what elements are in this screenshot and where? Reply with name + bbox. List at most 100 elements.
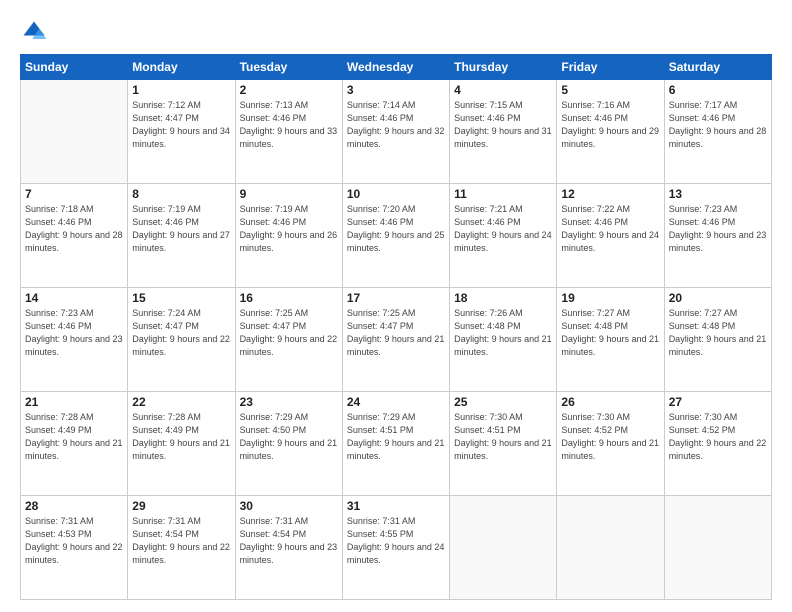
- day-number: 4: [454, 83, 552, 97]
- cell-info: Sunrise: 7:26 AMSunset: 4:48 PMDaylight:…: [454, 307, 552, 359]
- day-number: 6: [669, 83, 767, 97]
- cell-info: Sunrise: 7:22 AMSunset: 4:46 PMDaylight:…: [561, 203, 659, 255]
- calendar-header-row: SundayMondayTuesdayWednesdayThursdayFrid…: [21, 55, 772, 80]
- calendar-cell: 8 Sunrise: 7:19 AMSunset: 4:46 PMDaylight…: [128, 184, 235, 288]
- cell-info: Sunrise: 7:13 AMSunset: 4:46 PMDaylight:…: [240, 99, 338, 151]
- day-number: 19: [561, 291, 659, 305]
- calendar-cell: 9 Sunrise: 7:19 AMSunset: 4:46 PMDaylight…: [235, 184, 342, 288]
- day-number: 27: [669, 395, 767, 409]
- cell-info: Sunrise: 7:28 AMSunset: 4:49 PMDaylight:…: [132, 411, 230, 463]
- day-number: 24: [347, 395, 445, 409]
- day-number: 8: [132, 187, 230, 201]
- calendar-week-row: 7 Sunrise: 7:18 AMSunset: 4:46 PMDaylight…: [21, 184, 772, 288]
- day-number: 30: [240, 499, 338, 513]
- cell-info: Sunrise: 7:17 AMSunset: 4:46 PMDaylight:…: [669, 99, 767, 151]
- day-number: 16: [240, 291, 338, 305]
- day-number: 2: [240, 83, 338, 97]
- calendar-cell: 10Sunrise: 7:20 AMSunset: 4:46 PMDayligh…: [342, 184, 449, 288]
- calendar-cell: 23 Sunrise: 7:29 AMSunset: 4:50 PMDayligh…: [235, 392, 342, 496]
- calendar-cell: 30 Sunrise: 7:31 AMSunset: 4:54 PMDayligh…: [235, 496, 342, 600]
- day-number: 21: [25, 395, 123, 409]
- calendar-cell: 6 Sunrise: 7:17 AMSunset: 4:46 PMDaylight…: [664, 80, 771, 184]
- day-number: 9: [240, 187, 338, 201]
- day-number: 23: [240, 395, 338, 409]
- page: SundayMondayTuesdayWednesdayThursdayFrid…: [0, 0, 792, 612]
- calendar-cell: 13 Sunrise: 7:23 AMSunset: 4:46 PMDayligh…: [664, 184, 771, 288]
- col-header-saturday: Saturday: [664, 55, 771, 80]
- calendar-cell: 12 Sunrise: 7:22 AMSunset: 4:46 PMDayligh…: [557, 184, 664, 288]
- cell-info: Sunrise: 7:29 AMSunset: 4:51 PMDaylight:…: [347, 411, 445, 463]
- cell-info: Sunrise: 7:27 AMSunset: 4:48 PMDaylight:…: [669, 307, 767, 359]
- calendar-week-row: 21 Sunrise: 7:28 AMSunset: 4:49 PMDayligh…: [21, 392, 772, 496]
- calendar-cell: [664, 496, 771, 600]
- cell-info: Sunrise: 7:18 AMSunset: 4:46 PMDaylight:…: [25, 203, 123, 255]
- day-number: 15: [132, 291, 230, 305]
- cell-info: Sunrise: 7:30 AMSunset: 4:51 PMDaylight:…: [454, 411, 552, 463]
- day-number: 12: [561, 187, 659, 201]
- calendar-cell: 19Sunrise: 7:27 AMSunset: 4:48 PMDayligh…: [557, 288, 664, 392]
- cell-info: Sunrise: 7:12 AMSunset: 4:47 PMDaylight:…: [132, 99, 230, 151]
- calendar-cell: 24 Sunrise: 7:29 AMSunset: 4:51 PMDayligh…: [342, 392, 449, 496]
- cell-info: Sunrise: 7:23 AMSunset: 4:46 PMDaylight:…: [669, 203, 767, 255]
- calendar-week-row: 14Sunrise: 7:23 AMSunset: 4:46 PMDayligh…: [21, 288, 772, 392]
- calendar-cell: [557, 496, 664, 600]
- day-number: 28: [25, 499, 123, 513]
- col-header-wednesday: Wednesday: [342, 55, 449, 80]
- calendar-cell: [21, 80, 128, 184]
- calendar-cell: 21Sunrise: 7:28 AMSunset: 4:49 PMDayligh…: [21, 392, 128, 496]
- calendar-cell: 11 Sunrise: 7:21 AMSunset: 4:46 PMDayligh…: [450, 184, 557, 288]
- col-header-tuesday: Tuesday: [235, 55, 342, 80]
- day-number: 22: [132, 395, 230, 409]
- calendar-cell: 15Sunrise: 7:24 AMSunset: 4:47 PMDayligh…: [128, 288, 235, 392]
- day-number: 1: [132, 83, 230, 97]
- logo: [20, 18, 52, 46]
- calendar-cell: 22 Sunrise: 7:28 AMSunset: 4:49 PMDayligh…: [128, 392, 235, 496]
- day-number: 10: [347, 187, 445, 201]
- calendar-cell: 4 Sunrise: 7:15 AMSunset: 4:46 PMDaylight…: [450, 80, 557, 184]
- col-header-monday: Monday: [128, 55, 235, 80]
- cell-info: Sunrise: 7:23 AMSunset: 4:46 PMDaylight:…: [25, 307, 123, 359]
- col-header-sunday: Sunday: [21, 55, 128, 80]
- calendar-cell: 5Sunrise: 7:16 AMSunset: 4:46 PMDaylight…: [557, 80, 664, 184]
- calendar-cell: 7 Sunrise: 7:18 AMSunset: 4:46 PMDaylight…: [21, 184, 128, 288]
- calendar-cell: 27 Sunrise: 7:30 AMSunset: 4:52 PMDayligh…: [664, 392, 771, 496]
- day-number: 20: [669, 291, 767, 305]
- cell-info: Sunrise: 7:31 AMSunset: 4:54 PMDaylight:…: [240, 515, 338, 567]
- calendar-cell: 17 Sunrise: 7:25 AMSunset: 4:47 PMDayligh…: [342, 288, 449, 392]
- calendar-cell: 28 Sunrise: 7:31 AMSunset: 4:53 PMDayligh…: [21, 496, 128, 600]
- calendar-cell: [450, 496, 557, 600]
- cell-info: Sunrise: 7:29 AMSunset: 4:50 PMDaylight:…: [240, 411, 338, 463]
- header: [20, 18, 772, 46]
- cell-info: Sunrise: 7:31 AMSunset: 4:55 PMDaylight:…: [347, 515, 445, 567]
- day-number: 18: [454, 291, 552, 305]
- calendar-cell: 20 Sunrise: 7:27 AMSunset: 4:48 PMDayligh…: [664, 288, 771, 392]
- cell-info: Sunrise: 7:30 AMSunset: 4:52 PMDaylight:…: [561, 411, 659, 463]
- day-number: 13: [669, 187, 767, 201]
- calendar-cell: 14Sunrise: 7:23 AMSunset: 4:46 PMDayligh…: [21, 288, 128, 392]
- cell-info: Sunrise: 7:14 AMSunset: 4:46 PMDaylight:…: [347, 99, 445, 151]
- calendar-cell: 29Sunrise: 7:31 AMSunset: 4:54 PMDayligh…: [128, 496, 235, 600]
- calendar-week-row: 28 Sunrise: 7:31 AMSunset: 4:53 PMDayligh…: [21, 496, 772, 600]
- calendar-cell: 2 Sunrise: 7:13 AMSunset: 4:46 PMDaylight…: [235, 80, 342, 184]
- calendar-cell: 26Sunrise: 7:30 AMSunset: 4:52 PMDayligh…: [557, 392, 664, 496]
- cell-info: Sunrise: 7:31 AMSunset: 4:53 PMDaylight:…: [25, 515, 123, 567]
- calendar-cell: 1 Sunrise: 7:12 AMSunset: 4:47 PMDaylight…: [128, 80, 235, 184]
- cell-info: Sunrise: 7:25 AMSunset: 4:47 PMDaylight:…: [240, 307, 338, 359]
- day-number: 17: [347, 291, 445, 305]
- day-number: 11: [454, 187, 552, 201]
- cell-info: Sunrise: 7:25 AMSunset: 4:47 PMDaylight:…: [347, 307, 445, 359]
- cell-info: Sunrise: 7:30 AMSunset: 4:52 PMDaylight:…: [669, 411, 767, 463]
- calendar-table: SundayMondayTuesdayWednesdayThursdayFrid…: [20, 54, 772, 600]
- cell-info: Sunrise: 7:21 AMSunset: 4:46 PMDaylight:…: [454, 203, 552, 255]
- col-header-thursday: Thursday: [450, 55, 557, 80]
- logo-icon: [20, 18, 48, 46]
- day-number: 5: [561, 83, 659, 97]
- day-number: 31: [347, 499, 445, 513]
- cell-info: Sunrise: 7:15 AMSunset: 4:46 PMDaylight:…: [454, 99, 552, 151]
- cell-info: Sunrise: 7:19 AMSunset: 4:46 PMDaylight:…: [132, 203, 230, 255]
- day-number: 7: [25, 187, 123, 201]
- cell-info: Sunrise: 7:19 AMSunset: 4:46 PMDaylight:…: [240, 203, 338, 255]
- calendar-cell: 3Sunrise: 7:14 AMSunset: 4:46 PMDaylight…: [342, 80, 449, 184]
- cell-info: Sunrise: 7:31 AMSunset: 4:54 PMDaylight:…: [132, 515, 230, 567]
- calendar-cell: 18 Sunrise: 7:26 AMSunset: 4:48 PMDayligh…: [450, 288, 557, 392]
